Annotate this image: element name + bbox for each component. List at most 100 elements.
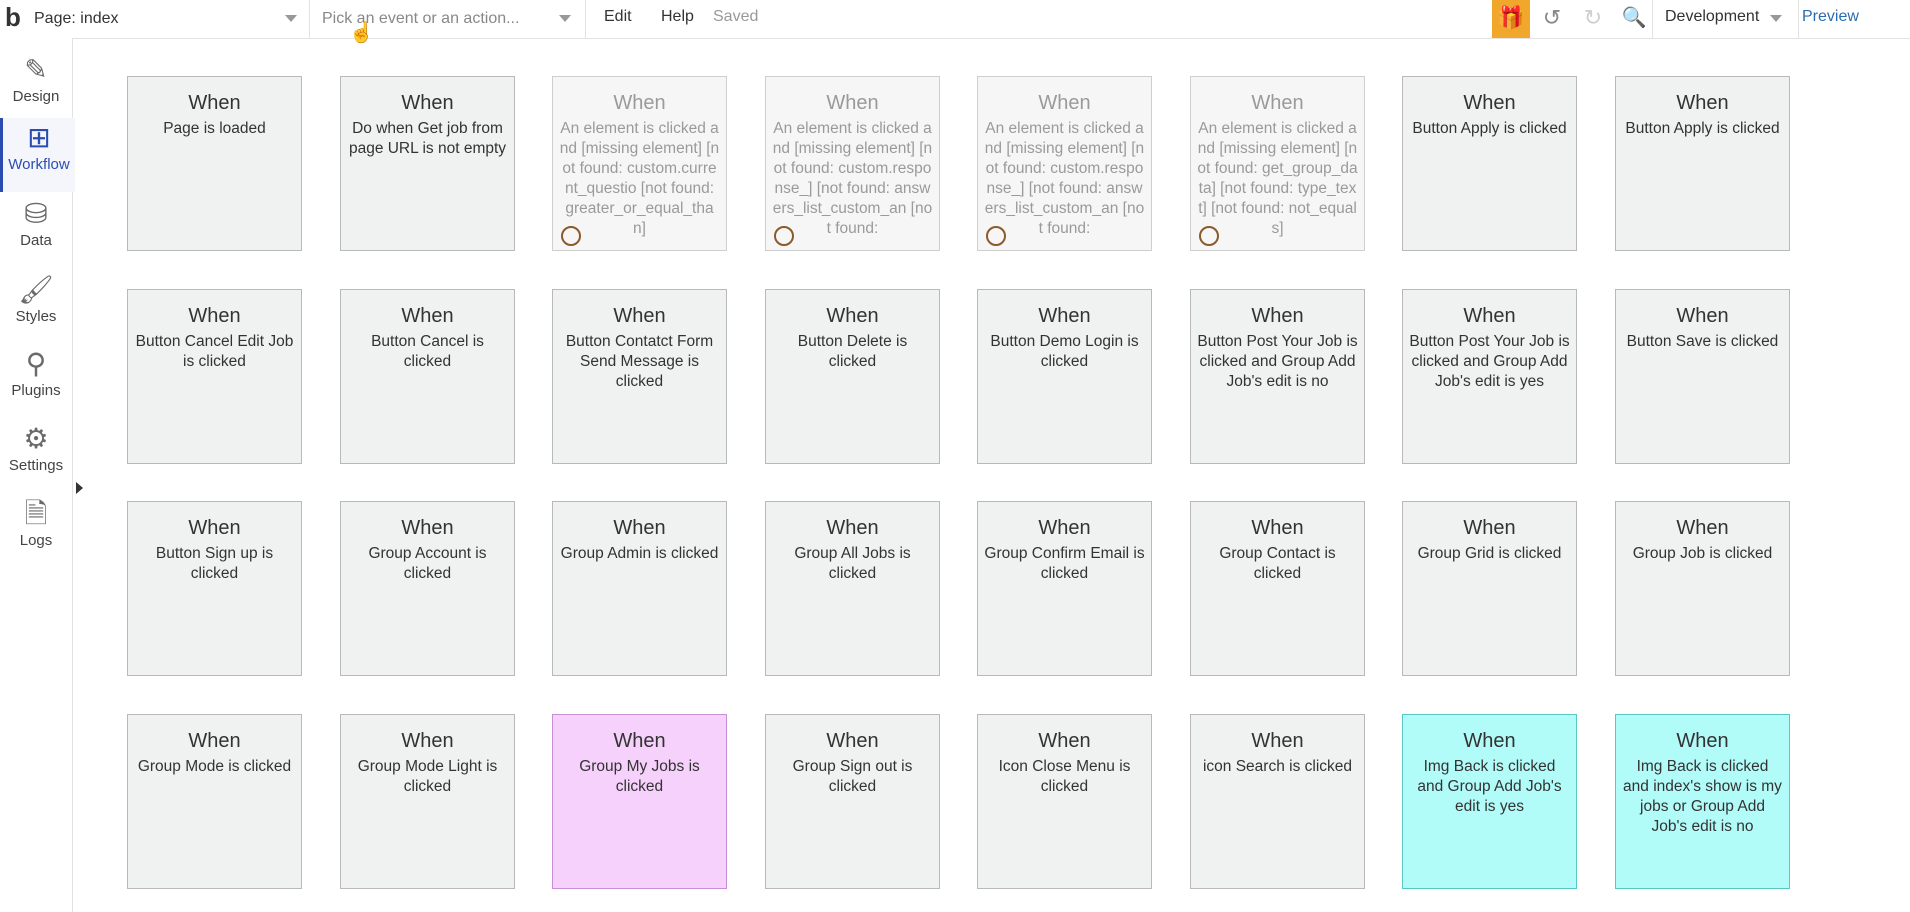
workflow-card[interactable]: When Img Back is clicked and Group Add Jo…	[1402, 714, 1577, 889]
workflow-card[interactable]: When Group Contact is clicked	[1190, 501, 1365, 676]
workflow-card[interactable]: When Group Admin is clicked	[552, 501, 727, 676]
workflow-card[interactable]: When Group Mode is clicked	[127, 714, 302, 889]
event-description: Group Account is clicked	[368, 545, 487, 582]
hand-cursor-icon: ☝	[349, 22, 374, 44]
workflow-card[interactable]: When Group Job is clicked	[1615, 501, 1790, 676]
sidebar-item-plugins[interactable]: ⚲ Plugins	[0, 344, 72, 418]
sidebar-item-styles[interactable]: 🖌 Styles	[0, 270, 72, 344]
when-label: When	[401, 305, 454, 327]
event-description: icon Search is clicked	[1202, 758, 1353, 775]
workflow-card[interactable]: When Button Apply is clicked	[1615, 76, 1790, 251]
workflow-card[interactable]: When Group Confirm Email is clicked	[977, 501, 1152, 676]
workflow-card[interactable]: When Do when Get job from page URL is not…	[340, 76, 515, 251]
event-description: Icon Close Menu is clicked	[998, 758, 1131, 795]
sidebar-item-logs[interactable]: 🗎 Logs	[0, 494, 72, 568]
workflow-card[interactable]: When Icon Close Menu is clicked	[977, 714, 1152, 889]
event-description: Button Contatct Form Send Message is cli…	[565, 333, 714, 390]
workflow-card[interactable]: When Button Delete is clicked	[765, 289, 940, 464]
chevron-down-icon	[559, 15, 571, 22]
warning-icon	[561, 226, 581, 246]
workflow-card[interactable]: When Button Apply is clicked	[1402, 76, 1577, 251]
workflow-card[interactable]: When Button Sign up is clicked	[127, 501, 302, 676]
event-description: Group Sign out is clicked	[792, 758, 913, 795]
when-label: When	[1038, 730, 1091, 752]
sidebar-item-design[interactable]: ✎ Design	[0, 50, 72, 124]
sidebar-item-label: Styles	[15, 308, 57, 325]
workflow-card[interactable]: When Group Sign out is clicked	[765, 714, 940, 889]
search-icon[interactable]: 🔍	[1616, 0, 1652, 38]
warning-icon	[986, 226, 1006, 246]
workflow-card[interactable]: When Button Post Your Job is clicked and …	[1190, 289, 1365, 464]
event-description: Group Grid is clicked	[1417, 545, 1562, 562]
workflow-card[interactable]: When icon Search is clicked	[1190, 714, 1365, 889]
workflow-card[interactable]: When An element is clicked and [missing e…	[765, 76, 940, 251]
warning-icon	[1199, 226, 1219, 246]
plug-icon: ⚲	[25, 348, 47, 379]
when-label: When	[613, 92, 666, 114]
saved-status: Saved	[713, 8, 759, 25]
event-description: Group All Jobs is clicked	[794, 545, 911, 582]
sidebar-expand-icon[interactable]	[76, 482, 83, 494]
undo-icon[interactable]: ↺	[1534, 0, 1570, 38]
top-bar: b Page: index Pick an event or an action…	[0, 0, 1910, 44]
when-label: When	[1463, 730, 1516, 752]
redo-icon[interactable]: ↻	[1575, 0, 1611, 38]
environment-selector[interactable]: Development	[1653, 0, 1799, 38]
workflow-card[interactable]: When Group My Jobs is clicked	[552, 714, 727, 889]
sidebar-item-label: Logs	[19, 532, 53, 549]
workflow-card[interactable]: When Group All Jobs is clicked	[765, 501, 940, 676]
when-label: When	[1038, 517, 1091, 539]
workflow-card[interactable]: When Button Save is clicked	[1615, 289, 1790, 464]
page-selector[interactable]: Page: index	[26, 0, 310, 38]
event-description: Group Mode Light is clicked	[357, 758, 498, 795]
event-description: Button Apply is clicked	[1412, 120, 1567, 137]
bubble-logo[interactable]: b	[0, 0, 26, 38]
workflow-card[interactable]: When Page is loaded	[127, 76, 302, 251]
event-description: Button Delete is clicked	[797, 333, 908, 370]
workflow-card[interactable]: When Group Grid is clicked	[1402, 501, 1577, 676]
database-icon: ⛁	[24, 198, 48, 229]
workflow-card[interactable]: When Button Contatct Form Send Message is…	[552, 289, 727, 464]
when-label: When	[1463, 92, 1516, 114]
event-description: Button Post Your Job is clicked and Grou…	[1197, 333, 1358, 390]
warning-icon	[774, 226, 794, 246]
preview-link[interactable]: Preview	[1802, 0, 1859, 38]
workflow-card[interactable]: When Button Demo Login is clicked	[977, 289, 1152, 464]
workflow-card[interactable]: When Button Post Your Job is clicked and …	[1402, 289, 1577, 464]
sidebar-item-label: Design	[12, 88, 60, 105]
sidebar-item-workflow[interactable]: ⊞ Workflow	[0, 118, 75, 192]
workflow-card[interactable]: When Button Cancel is clicked	[340, 289, 515, 464]
workflow-card[interactable]: When An element is clicked and [missing e…	[1190, 76, 1365, 251]
event-description: Button Sign up is clicked	[155, 545, 274, 582]
event-description: Img Back is clicked and Group Add Job's …	[1417, 758, 1562, 815]
gift-icon[interactable]: 🎁	[1492, 0, 1530, 38]
event-description: Button Save is clicked	[1626, 333, 1779, 350]
gear-icon: ⚙	[23, 423, 49, 454]
workflow-card[interactable]: When Button Cancel Edit Job is clicked	[127, 289, 302, 464]
help-menu[interactable]: Help	[661, 0, 694, 38]
sidebar-item-label: Workflow	[8, 156, 70, 173]
document-icon: 🗎	[24, 498, 48, 529]
workflow-card[interactable]: When Group Account is clicked	[340, 501, 515, 676]
workflow-card[interactable]: When Img Back is clicked and index's show…	[1615, 714, 1790, 889]
when-label: When	[188, 92, 241, 114]
when-label: When	[1676, 92, 1729, 114]
sidebar-item-settings[interactable]: ⚙ Settings	[0, 419, 72, 493]
when-label: When	[401, 517, 454, 539]
when-label: When	[826, 305, 879, 327]
when-label: When	[826, 517, 879, 539]
event-description: Group Mode is clicked	[137, 758, 292, 775]
sidebar-item-data[interactable]: ⛁ Data	[0, 194, 72, 268]
when-label: When	[1463, 517, 1516, 539]
edit-menu[interactable]: Edit	[604, 0, 632, 38]
event-description: Group Admin is clicked	[560, 545, 719, 562]
when-label: When	[1038, 305, 1091, 327]
chevron-down-icon	[285, 15, 297, 22]
workflow-card[interactable]: When An element is clicked and [missing e…	[552, 76, 727, 251]
chevron-down-icon	[1770, 15, 1782, 22]
sidebar-item-label: Data	[20, 232, 52, 249]
sidebar-item-label: Plugins	[11, 382, 61, 399]
workflow-card[interactable]: When Group Mode Light is clicked	[340, 714, 515, 889]
when-label: When	[188, 730, 241, 752]
workflow-card[interactable]: When An element is clicked and [missing e…	[977, 76, 1152, 251]
